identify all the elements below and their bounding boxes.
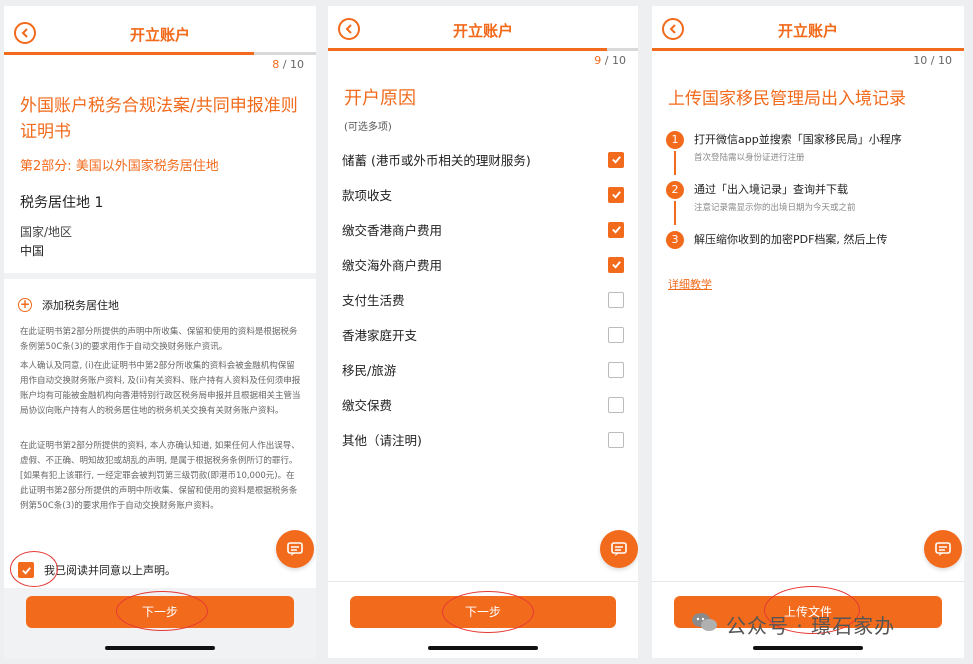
divider — [652, 581, 964, 582]
option-label: 款项收支 — [342, 188, 393, 203]
annotation-circle — [10, 551, 58, 587]
chat-icon[interactable] — [600, 530, 638, 568]
progress-fill — [652, 48, 964, 51]
option-row[interactable]: 缴交香港商户费用 — [342, 212, 624, 247]
instruction-step: 2 通过「出入境记录」查询并下载 注意记录需显示你的出境日期为今天或之前 — [666, 181, 954, 225]
country-value: 中国 — [20, 244, 45, 258]
page-title: 开立账户 — [129, 26, 190, 44]
check-icon — [611, 226, 621, 234]
watermark-text: 公众号 · 璟石家办 — [726, 614, 896, 638]
form-heading: 上传国家移民管理局出入境记录 — [668, 89, 906, 109]
progress-bar — [328, 48, 638, 51]
option-checkbox[interactable] — [608, 256, 624, 273]
option-label: 缴交香港商户费用 — [342, 223, 443, 238]
step-indicator: 8 / 10 — [272, 58, 304, 71]
top-bar: 开立账户 — [4, 6, 316, 52]
home-indicator — [105, 646, 215, 650]
divider — [328, 581, 638, 582]
watermark: 公众号 · 璟石家办 — [690, 610, 895, 639]
option-checkbox[interactable] — [608, 396, 624, 413]
progress-fill — [328, 48, 607, 51]
option-label: 支付生活费 — [342, 293, 405, 308]
option-checkbox[interactable] — [608, 151, 624, 168]
option-label: 香港家庭开支 — [342, 328, 418, 343]
declaration-paragraph: 在此证明书第2部分所提供的资料, 本人亦确认知道, 如果任何人作出误导、虚假、不… — [20, 441, 300, 511]
screen-account-purpose: 开立账户 9 / 10 开户原因 (可选多项) 储蓄 (港币或外币相关的理财服务… — [328, 6, 638, 658]
chat-icon[interactable] — [276, 530, 314, 568]
check-icon — [611, 261, 621, 269]
agree-label: 我已阅读并同意以上声明。 — [44, 564, 176, 577]
multi-select-hint: (可选多项) — [344, 122, 392, 133]
option-row[interactable]: 缴交海外商户费用 — [342, 247, 624, 282]
option-checkbox[interactable] — [608, 221, 624, 238]
instruction-step: 1 打开微信app並搜索「国家移民局」小程序 首次登陆需以身份证进行注册 — [666, 131, 954, 175]
instruction-step: 3 解压缩你收到的加密PDF档案, 然后上传 — [666, 231, 954, 249]
option-row[interactable]: 支付生活费 — [342, 282, 624, 317]
option-checkbox[interactable] — [608, 361, 624, 378]
option-label: 移民/旅游 — [342, 363, 397, 378]
chat-icon[interactable] — [924, 530, 962, 568]
declaration-paragraph: 本人确认及同意, (i)在此证明书中第2部分所收集的资料会被金融机构保留用作自动… — [20, 361, 301, 416]
plus-icon: + — [18, 297, 32, 312]
residence-card: 8 / 10 外国账户税务合规法案/共同申报准则证明书 第2部分: 美国以外国家… — [4, 55, 316, 273]
top-bar: 开立账户 — [328, 6, 638, 48]
declaration-paragraph: 在此证明书第2部分所提供的声明中所收集、保留和使用的资料是根据税务条例第50C条… — [20, 327, 298, 352]
step-connector — [674, 201, 676, 225]
step-indicator: 10 / 10 — [913, 54, 952, 67]
screen-fatca-crs: 开立账户 8 / 10 外国账户税务合规法案/共同申报准则证明书 第2部分: 美… — [4, 6, 316, 658]
option-label: 储蓄 (港币或外币相关的理财服务) — [342, 153, 531, 168]
section-title: 第2部分: 美国以外国家税务居住地 — [20, 159, 219, 174]
declaration-card: + 添加税务居住地 在此证明书第2部分所提供的声明中所收集、保留和使用的资料是根… — [4, 279, 316, 588]
option-label: 缴交保费 — [342, 398, 393, 413]
option-row[interactable]: 缴交保费 — [342, 387, 624, 422]
add-residence-button[interactable]: + 添加税务居住地 — [18, 297, 119, 313]
screen-upload-records: 开立账户 10 / 10 上传国家移民管理局出入境记录 1 打开微信app並搜索… — [652, 6, 964, 658]
option-label: 缴交海外商户费用 — [342, 258, 443, 273]
wechat-icon — [690, 610, 720, 639]
instruction-steps: 1 打开微信app並搜索「国家移民局」小程序 首次登陆需以身份证进行注册 2 通… — [666, 131, 954, 267]
top-bar: 开立账户 — [652, 6, 964, 48]
option-row[interactable]: 储蓄 (港币或外币相关的理财服务) — [342, 142, 624, 177]
home-indicator — [428, 646, 538, 650]
country-label: 国家/地区 — [20, 225, 73, 239]
check-icon — [611, 191, 621, 199]
option-checkbox[interactable] — [608, 186, 624, 203]
step-number: 1 — [666, 131, 684, 149]
residence-label: 税务居住地 1 — [20, 195, 104, 211]
step-title: 打开微信app並搜索「国家移民局」小程序 — [694, 133, 902, 146]
step-title: 解压缩你收到的加密PDF档案, 然后上传 — [694, 233, 888, 246]
option-label: 其他（请注明) — [342, 433, 422, 448]
page-title: 开立账户 — [777, 22, 838, 40]
option-row[interactable]: 其他（请注明) — [342, 422, 624, 457]
home-indicator — [753, 646, 863, 650]
option-checkbox[interactable] — [608, 431, 624, 448]
add-residence-label: 添加税务居住地 — [42, 299, 119, 312]
step-title: 通过「出入境记录」查询并下载 — [694, 183, 848, 196]
tutorial-link[interactable]: 详细教学 — [668, 276, 712, 292]
form-heading: 外国账户税务合规法案/共同申报准则证明书 — [20, 96, 298, 142]
option-row[interactable]: 款项收支 — [342, 177, 624, 212]
step-desc: 首次登陆需以身份证进行注册 — [694, 153, 805, 163]
option-checkbox[interactable] — [608, 326, 624, 343]
option-row[interactable]: 移民/旅游 — [342, 352, 624, 387]
annotation-circle — [116, 591, 208, 631]
option-checkbox[interactable] — [608, 291, 624, 308]
step-connector — [674, 151, 676, 175]
option-row[interactable]: 香港家庭开支 — [342, 317, 624, 352]
check-icon — [611, 156, 621, 164]
step-number: 2 — [666, 181, 684, 199]
annotation-circle — [442, 591, 534, 633]
step-desc: 注意记录需显示你的出境日期为今天或之前 — [694, 203, 856, 213]
page-title: 开立账户 — [452, 22, 513, 40]
step-indicator: 9 / 10 — [594, 54, 626, 67]
progress-bar — [652, 48, 964, 51]
step-number: 3 — [666, 231, 684, 249]
form-heading: 开户原因 — [344, 88, 416, 109]
